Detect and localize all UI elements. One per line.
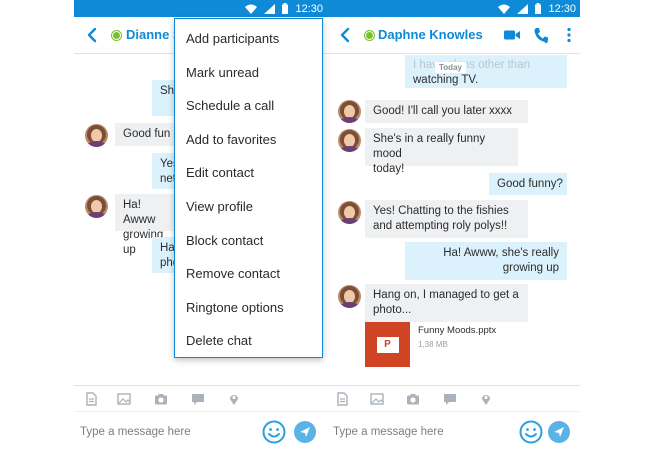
message-bubble[interactable]: Good funny? [489,173,567,195]
message-bubble[interactable]: Ha! Awww, she's really growing up [405,242,567,280]
battery-icon [282,3,289,14]
menu-item-schedule-call[interactable]: Schedule a call [175,89,322,123]
emoji-icon[interactable] [519,420,543,444]
message-bubble[interactable]: She's in a really funny mood today! [365,128,518,175]
contact-avatar [338,129,361,152]
message-composer [327,411,580,450]
contact-avatar [85,124,108,147]
send-icon [300,427,310,437]
date-separator: Today [435,62,466,73]
menu-item-remove-contact[interactable]: Remove contact [175,257,322,291]
presence-indicator [365,31,374,40]
menu-item-mark-unread[interactable]: Mark unread [175,56,322,90]
back-arrow-icon[interactable] [84,27,100,43]
file-icon[interactable] [335,392,349,406]
camera-icon[interactable] [154,392,168,406]
menu-item-block-contact[interactable]: Block contact [175,224,322,258]
menu-item-add-to-favorites[interactable]: Add to favorites [175,123,322,157]
location-icon[interactable] [479,392,493,406]
battery-icon [535,3,542,14]
contact-name[interactable]: Daphne Knowles [378,27,483,42]
message-bubble[interactable]: Ha! Awww growing up [115,194,177,256]
message-input[interactable] [80,421,255,443]
status-bar: 12:30 [327,0,580,17]
image-icon[interactable] [117,392,131,406]
status-bar: 12:30 [74,0,327,17]
contact-avatar [85,195,108,218]
menu-item-edit-contact[interactable]: Edit contact [175,156,322,190]
back-arrow-icon[interactable] [337,27,353,43]
file-name: Funny Moods.pptx [418,325,497,336]
message-bubble[interactable]: Good fun [115,123,177,146]
more-options-icon[interactable] [560,26,578,44]
message-bubble[interactable]: I have plans other than watching TV. [405,55,567,88]
menu-item-add-participants[interactable]: Add participants [175,22,322,56]
location-icon[interactable] [227,392,241,406]
file-attachment[interactable]: P Funny Moods.pptx 1,38 MB [365,322,515,369]
contact-avatar [338,285,361,308]
menu-item-view-profile[interactable]: View profile [175,190,322,224]
status-time: 12:30 [295,2,323,15]
message-bubble[interactable]: Good! I'll call you later xxxx [365,100,528,123]
file-icon[interactable] [84,392,98,406]
cellular-signal-icon [264,3,276,14]
send-button[interactable] [548,421,570,443]
chat-bubble-icon[interactable] [443,392,457,406]
emoji-icon[interactable] [262,420,286,444]
wifi-icon [245,4,258,14]
contact-avatar [338,201,361,224]
cellular-signal-icon [517,3,529,14]
chat-bubble-icon[interactable] [191,392,205,406]
menu-item-delete-chat[interactable]: Delete chat [175,324,322,358]
message-composer [74,411,327,450]
image-icon[interactable] [370,392,384,406]
wifi-icon [498,4,511,14]
conversation-header: Daphne Knowles [327,17,580,54]
contact-avatar [338,100,361,123]
send-icon [554,427,564,437]
attachment-toolbar [327,385,580,411]
message-list[interactable]: I have plans other than watching TV. Tod… [327,55,580,385]
video-call-icon[interactable] [503,26,521,44]
phone-call-icon[interactable] [532,26,550,44]
message-bubble[interactable]: Hang on, I managed to get a photo... [365,284,528,322]
overflow-menu: Add participants Mark unread Schedule a … [174,18,323,358]
status-time: 12:30 [548,2,576,15]
menu-item-ringtone-options[interactable]: Ringtone options [175,291,322,325]
right-phone-screen: 12:30 Daphne Knowles I have plans other … [327,0,580,450]
send-button[interactable] [294,421,316,443]
file-size: 1,38 MB [418,340,448,349]
message-bubble[interactable]: Yes! Chatting to the fishies and attempt… [365,200,528,238]
camera-icon[interactable] [406,392,420,406]
message-input[interactable] [333,421,508,443]
presence-indicator [112,31,121,40]
attachment-toolbar [74,385,327,411]
message-text: watching TV. [413,74,479,86]
powerpoint-file-icon: P [365,322,410,367]
